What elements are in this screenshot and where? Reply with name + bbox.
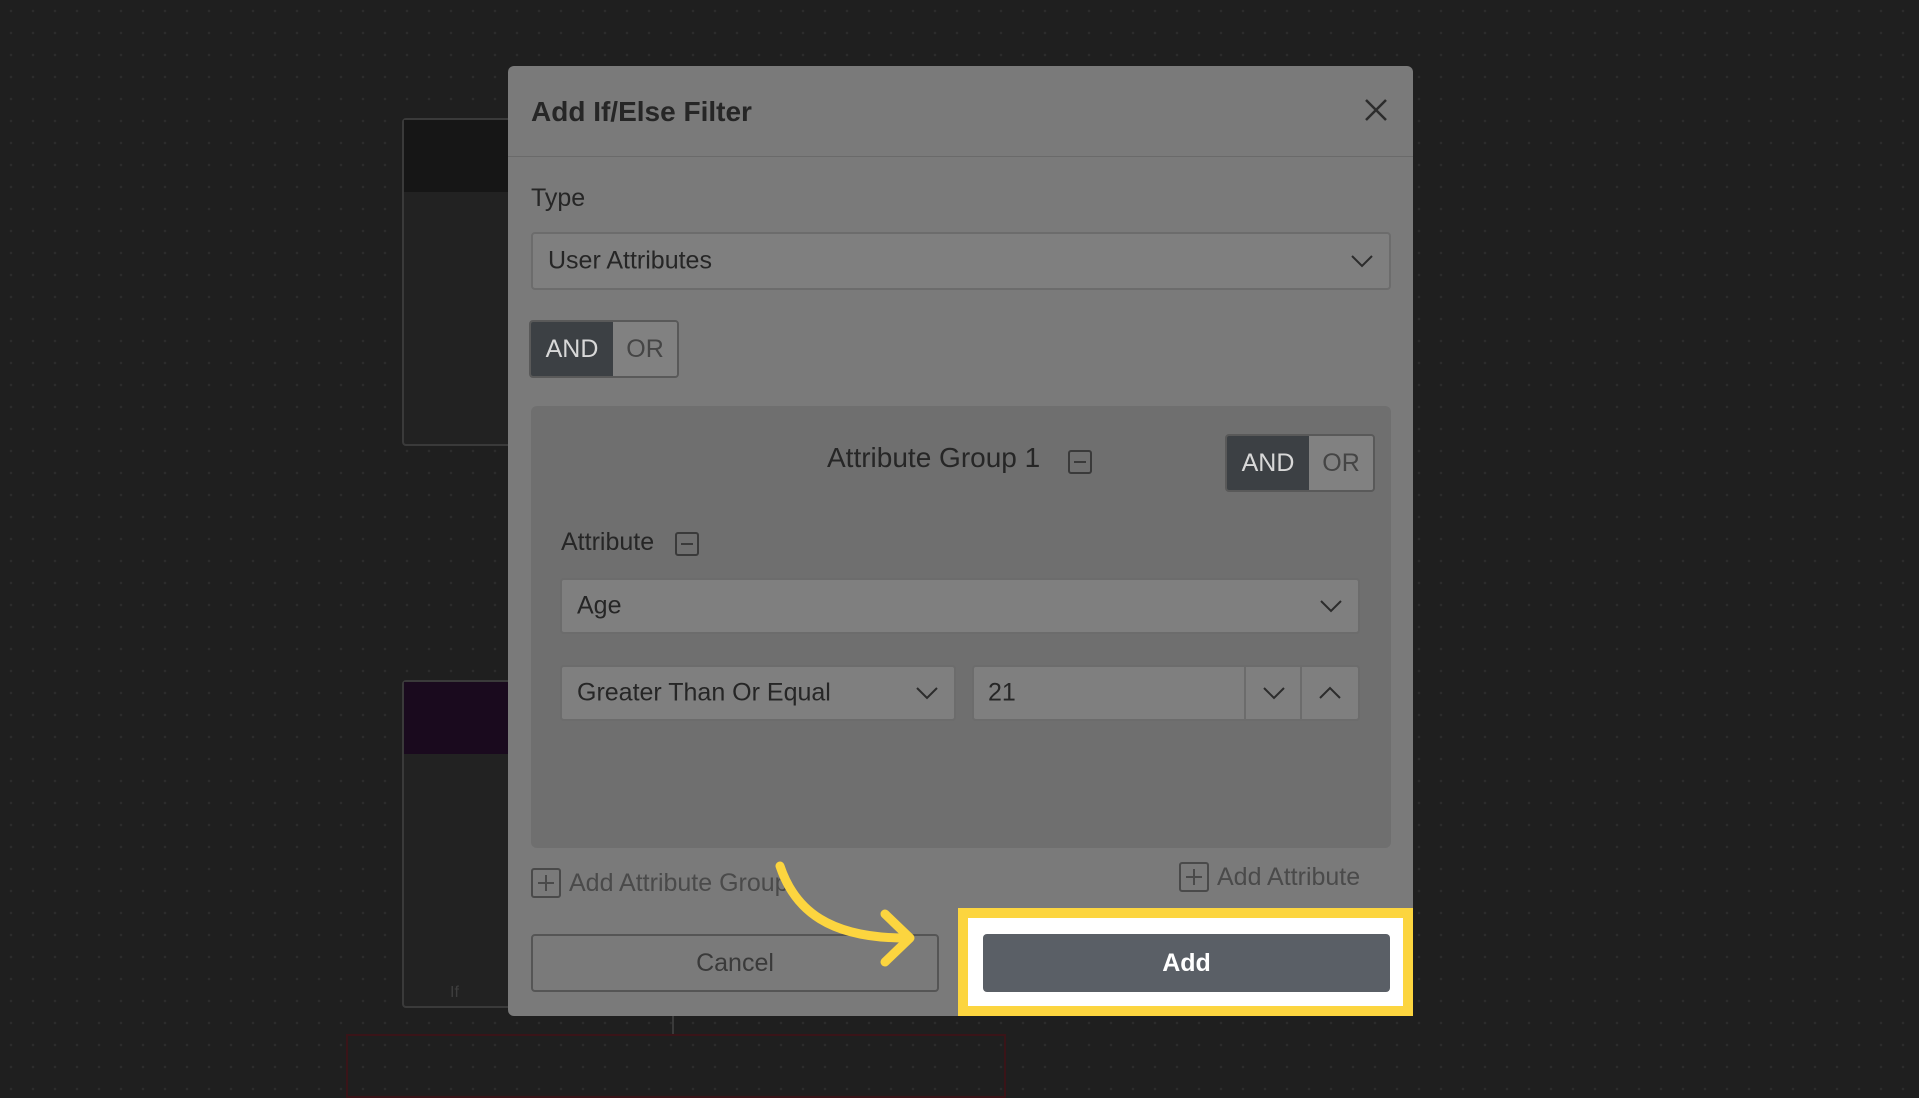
chevron-down-icon [1263,687,1285,700]
canvas-node-header [404,682,524,754]
close-button[interactable] [1354,88,1398,132]
type-select[interactable]: User Attributes [531,232,1391,290]
plus-icon [1179,862,1209,892]
decrement-button[interactable] [1244,667,1302,719]
value-number-text: 21 [988,678,1016,707]
pointer-arrow-icon [775,861,915,967]
increment-button[interactable] [1300,667,1358,719]
group-or-option[interactable]: OR [1309,436,1373,490]
type-label: Type [531,184,586,212]
modal-header: Add If/Else Filter [508,66,1413,157]
type-select-value: User Attributes [548,246,712,275]
attribute-group-panel: Attribute Group 1 AND OR Attribute Age G… [531,406,1391,892]
remove-attribute-minus-icon[interactable] [675,532,699,556]
operator-select[interactable]: Greater Than Or Equal [560,665,956,721]
add-if-else-filter-modal: Add If/Else Filter Type User Attributes … [508,66,1413,1016]
plus-icon [531,868,561,898]
operator-select-value: Greater Than Or Equal [577,678,831,707]
root-or-option[interactable]: OR [613,322,677,376]
attribute-group-title: Attribute Group 1 [827,442,1041,473]
add-attribute-label: Add Attribute [1217,862,1361,891]
group-and-option[interactable]: AND [1227,436,1309,490]
canvas-node-label: If [450,984,459,1001]
chevron-down-icon [1351,255,1373,268]
root-and-option[interactable]: AND [531,322,613,376]
canvas-node-header [404,120,524,192]
modal-title: Add If/Else Filter [531,96,752,127]
close-icon [1365,99,1387,121]
chevron-up-icon [1319,686,1341,699]
add-attribute-button[interactable]: Add Attribute [1179,862,1360,892]
canvas-branch [346,1034,1006,1098]
attribute-select-value: Age [577,591,622,620]
remove-group-minus-icon[interactable] [1068,450,1092,474]
group-and-or-toggle: AND OR [1225,434,1375,492]
chevron-down-icon [916,687,938,700]
attribute-label: Attribute [561,528,655,556]
add-attribute-group-label: Add Attribute Group [569,868,789,897]
add-attribute-group-button[interactable]: Add Attribute Group [531,868,789,898]
attribute-select[interactable]: Age [560,578,1360,634]
add-button[interactable]: Add [983,934,1390,992]
value-number-input[interactable]: 21 [972,665,1360,721]
chevron-down-icon [1320,600,1342,613]
root-and-or-toggle: AND OR [529,320,679,378]
add-label: Add [1162,948,1211,977]
